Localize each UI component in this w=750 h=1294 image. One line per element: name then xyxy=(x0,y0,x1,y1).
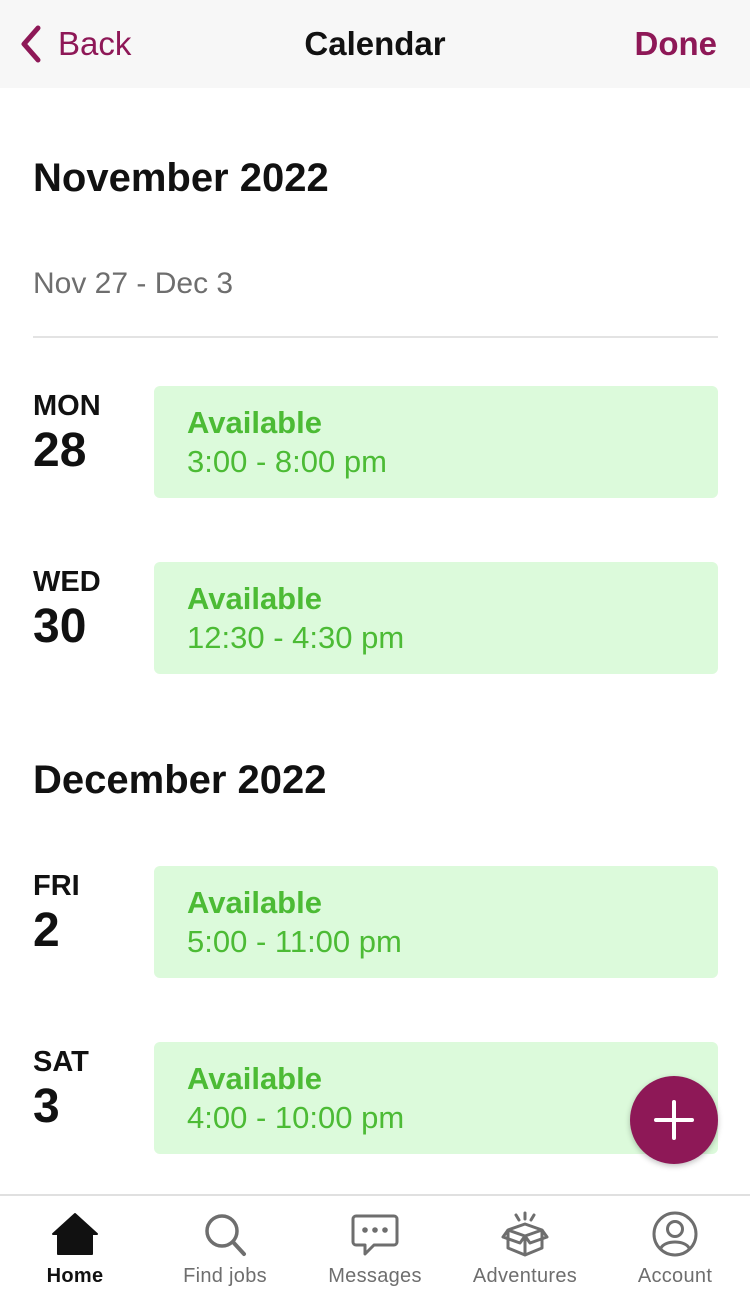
slot-status: Available xyxy=(187,405,322,440)
availability-slot[interactable]: Available 5:00 - 11:00 pm xyxy=(154,866,718,978)
month-heading-november: November 2022 xyxy=(33,156,329,200)
day-row: MON 28 Available 3:00 - 8:00 pm xyxy=(0,386,750,498)
availability-slot[interactable]: Available 12:30 - 4:30 pm xyxy=(154,562,718,674)
day-weekday: FRI xyxy=(33,870,80,902)
day-row: WED 30 Available 12:30 - 4:30 pm xyxy=(0,562,750,674)
tab-bar: Home Find jobs Messages Adventures Accou… xyxy=(0,1194,750,1294)
slot-time: 5:00 - 11:00 pm xyxy=(187,924,402,959)
done-button[interactable]: Done xyxy=(635,24,718,64)
availability-slot[interactable]: Available 3:00 - 8:00 pm xyxy=(154,386,718,498)
month-heading-december: December 2022 xyxy=(33,758,327,802)
tab-label: Messages xyxy=(328,1265,422,1287)
day-number: 2 xyxy=(33,904,60,957)
gift-box-icon xyxy=(501,1211,549,1257)
day-weekday: SAT xyxy=(33,1046,89,1078)
slot-status: Available xyxy=(187,885,322,920)
slot-time: 12:30 - 4:30 pm xyxy=(187,620,405,655)
navigation-bar: Back Calendar Done xyxy=(0,0,750,88)
back-button[interactable]: Back xyxy=(18,24,131,64)
tab-messages[interactable]: Messages xyxy=(300,1196,450,1294)
day-row: FRI 2 Available 5:00 - 11:00 pm xyxy=(0,866,750,978)
account-icon xyxy=(652,1211,698,1257)
add-availability-button[interactable] xyxy=(630,1076,718,1164)
tab-label: Home xyxy=(46,1265,104,1287)
tab-find-jobs[interactable]: Find jobs xyxy=(150,1196,300,1294)
tab-account[interactable]: Account xyxy=(600,1196,750,1294)
tab-label: Find jobs xyxy=(183,1265,267,1287)
search-icon xyxy=(205,1214,246,1256)
chevron-left-icon xyxy=(21,25,41,63)
week-range: Nov 27 - Dec 3 xyxy=(33,267,234,300)
day-number: 3 xyxy=(33,1080,60,1133)
day-weekday: WED xyxy=(33,566,101,598)
day-label: FRI 2 xyxy=(33,868,80,958)
tab-adventures[interactable]: Adventures xyxy=(450,1196,600,1294)
back-label: Back xyxy=(58,25,132,62)
home-icon xyxy=(52,1213,98,1255)
divider xyxy=(33,336,718,338)
tab-label: Account xyxy=(637,1265,713,1287)
tab-label: Adventures xyxy=(472,1265,578,1287)
day-label: SAT 3 xyxy=(33,1044,89,1134)
tab-home[interactable]: Home xyxy=(0,1196,150,1294)
day-label: MON 28 xyxy=(33,388,101,478)
day-label: WED 30 xyxy=(33,564,101,654)
day-number: 30 xyxy=(33,600,87,653)
plus-icon xyxy=(654,1100,694,1140)
day-weekday: MON xyxy=(33,390,101,422)
slot-time: 3:00 - 8:00 pm xyxy=(187,444,387,479)
chat-icon xyxy=(351,1214,399,1256)
day-number: 28 xyxy=(33,424,87,477)
slot-status: Available xyxy=(187,581,322,616)
